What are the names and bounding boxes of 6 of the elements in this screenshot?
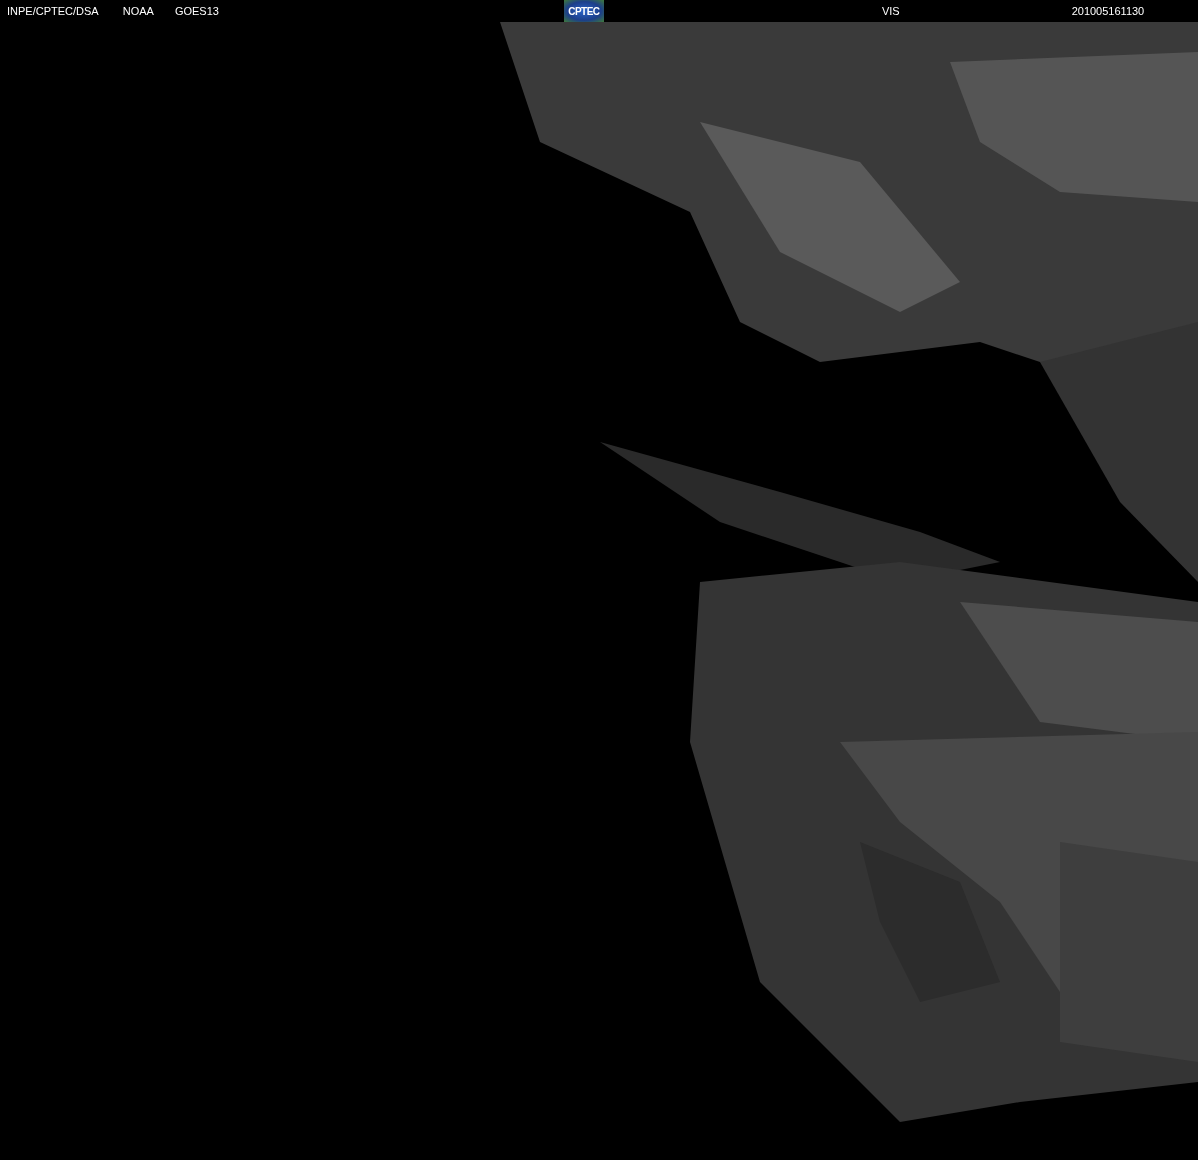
channel-label: VIS (881, 5, 900, 17)
source-label: INPE/CPTEC/DSA (7, 5, 99, 17)
timestamp-label: 201005161130 (1071, 5, 1145, 17)
satellite-label: GOES13 (174, 5, 219, 17)
logo: CPTEC (563, 0, 604, 22)
agency-label: NOAA (122, 5, 154, 17)
